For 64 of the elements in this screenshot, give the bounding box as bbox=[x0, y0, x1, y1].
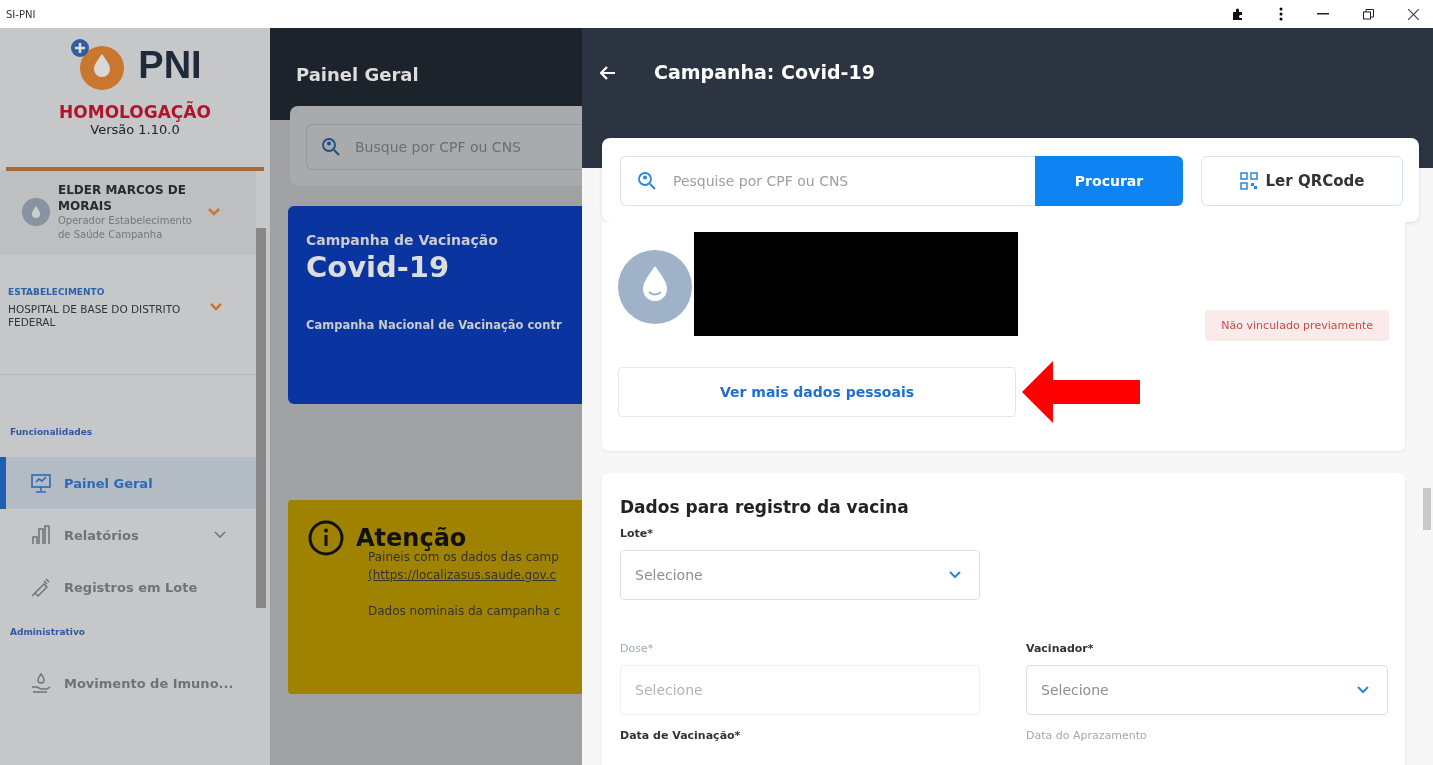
sidebar-item-label: Movimento de Imuno... bbox=[64, 675, 234, 691]
establishment-label: ESTABELECIMENTO bbox=[8, 287, 106, 298]
qr-code-button[interactable]: Ler QRCode bbox=[1201, 156, 1403, 206]
more-icon[interactable] bbox=[1279, 7, 1283, 21]
info-icon bbox=[308, 520, 344, 556]
search-person-icon bbox=[321, 137, 341, 157]
campaign-subtitle: Campanha de Vacinação bbox=[306, 232, 499, 248]
status-badge: Não vinculado previamente bbox=[1205, 310, 1389, 341]
section-title: Administrativo bbox=[9, 626, 86, 640]
window-title: SI-PNI bbox=[6, 8, 36, 20]
sidebar-item[interactable]: Painel Geral bbox=[0, 457, 256, 510]
page-title: Painel Geral bbox=[296, 63, 419, 85]
drawer-title: Campanha: Covid-19 bbox=[654, 61, 875, 83]
campaign-card[interactable]: Campanha de Vacinação Covid-19 Campanha Nacional de Vacinação contr bbox=[288, 206, 582, 404]
syringe-icon bbox=[30, 576, 52, 599]
chevron-down-icon bbox=[949, 571, 961, 579]
sidebar-item[interactable]: Movimento de Imuno... bbox=[0, 657, 256, 710]
version-label: Versão 1.10.0 bbox=[90, 122, 180, 137]
establishment-name: HOSPITAL DE BASE DO DISTRITO FEDERAL bbox=[8, 303, 182, 329]
campaign-description: Campanha Nacional de Vacinação contr bbox=[306, 318, 563, 332]
notice-title: Atenção bbox=[356, 524, 467, 552]
scrollbar[interactable] bbox=[256, 228, 266, 608]
field-label: Dose* bbox=[620, 642, 655, 655]
field-label: Data do Aprazamento bbox=[1026, 729, 1148, 742]
notice-link[interactable]: (https://localizasus.saude.gov.c bbox=[368, 566, 582, 584]
restore-icon[interactable] bbox=[1363, 8, 1374, 20]
field-label: Vacinador* bbox=[1026, 642, 1095, 655]
personal-data-button[interactable]: Ver mais dados pessoais bbox=[618, 367, 1016, 417]
avatar-icon bbox=[22, 198, 50, 227]
notice-text: Paineis com os dados das camp bbox=[368, 550, 560, 566]
select-field[interactable]: Selecione bbox=[620, 550, 980, 600]
scrollbar[interactable] bbox=[1423, 488, 1431, 530]
search-field[interactable]: Busque por CPF ou CNS bbox=[306, 124, 582, 170]
notice-text: Dados nominais da campanha c bbox=[368, 603, 562, 620]
chevron-down-icon bbox=[214, 531, 226, 540]
field-label: Data de Vacinação* bbox=[620, 729, 742, 742]
monitor-icon bbox=[30, 472, 52, 495]
sidebar-item-label: Painel Geral bbox=[64, 475, 154, 491]
select-field[interactable]: Selecione bbox=[1026, 665, 1388, 715]
sidebar-item[interactable]: Registros em Lote bbox=[0, 561, 256, 614]
sidebar-item-label: Relatórios bbox=[64, 527, 140, 543]
chart-icon bbox=[30, 524, 52, 547]
minimize-icon[interactable] bbox=[1317, 13, 1329, 15]
logo-text: PNI bbox=[138, 43, 202, 87]
qr-code-icon bbox=[1239, 172, 1258, 190]
hand-drop-icon bbox=[30, 672, 52, 695]
user-name: ELDER MARCOS DE MORAIS bbox=[58, 183, 187, 215]
avatar-icon bbox=[618, 250, 692, 324]
puzzle-icon[interactable] bbox=[1231, 7, 1245, 21]
field-label: Lote* bbox=[620, 527, 655, 540]
chevron-down-icon bbox=[1357, 686, 1369, 694]
sidebar-item[interactable]: Relatórios bbox=[0, 509, 256, 562]
environment-label: HOMOLOGAÇÃO bbox=[59, 102, 211, 122]
form-title: Dados para registro da vacina bbox=[620, 497, 910, 517]
user-role: Operador Estabelecimento de Saúde Campanha bbox=[58, 214, 193, 242]
back-arrow-icon[interactable] bbox=[600, 66, 616, 80]
search-button[interactable]: Procurar bbox=[1035, 156, 1183, 206]
campaign-title: Covid-19 bbox=[306, 250, 451, 284]
search-field[interactable]: Pesquise por CPF ou CNS bbox=[620, 156, 1035, 206]
search-person-icon bbox=[637, 171, 657, 191]
close-icon[interactable] bbox=[1408, 8, 1419, 20]
sidebar-item-label: Registros em Lote bbox=[64, 579, 199, 595]
user-panel[interactable]: ELDER MARCOS DE MORAIS Operador Estabelecimento de Saúde Campanha bbox=[0, 171, 256, 256]
section-title: Funcionalidades bbox=[9, 426, 94, 440]
